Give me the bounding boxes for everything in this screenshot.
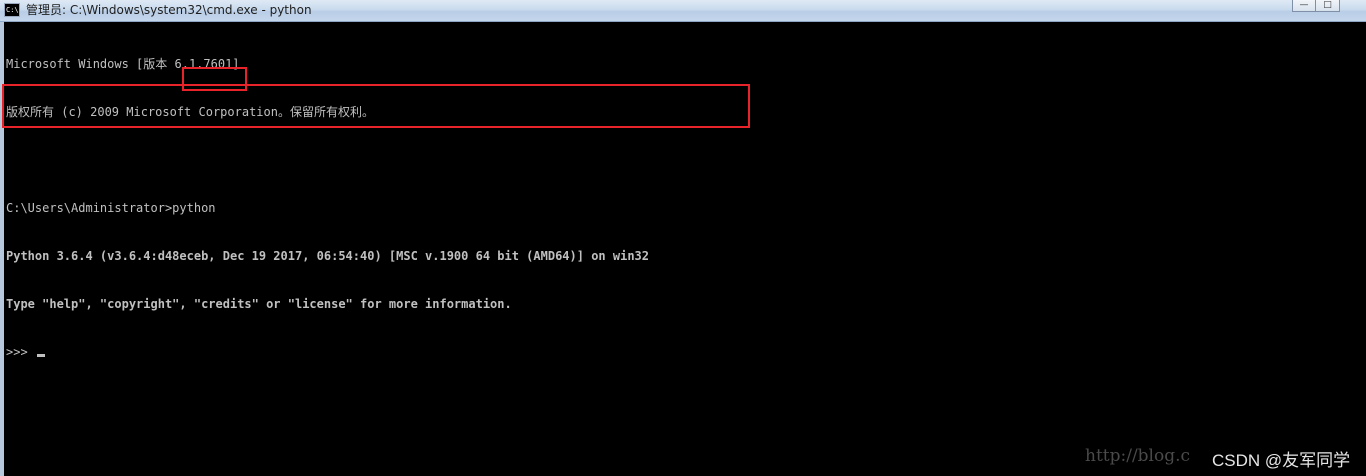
cmd-icon: C:\ [4,3,20,17]
cmd-window: C:\ 管理员: C:\Windows\system32\cmd.exe - p… [0,0,1366,476]
console-line-copyright: 版权所有 (c) 2009 Microsoft Corporation。保留所有… [6,105,374,119]
console-line-blank [6,152,1356,168]
maximize-icon: □ [1323,0,1332,10]
window-controls: — □ [1292,0,1340,12]
console-line-version: Microsoft Windows [版本 6.1.7601] [6,57,240,71]
minimize-button[interactable]: — [1292,0,1316,12]
title-bar[interactable]: C:\ 管理员: C:\Windows\system32\cmd.exe - p… [0,0,1366,22]
console-output[interactable]: Microsoft Windows [版本 6.1.7601] 版权所有 (c)… [6,24,1356,474]
console-line-prompt[interactable]: >>> [6,344,1356,360]
watermark-author: CSDN @友军同学 [1212,451,1351,470]
window-left-border [0,22,4,476]
console-line-python-version: Python 3.6.4 (v3.6.4:d48eceb, Dec 19 201… [6,249,649,263]
window-title: 管理员: C:\Windows\system32\cmd.exe - pytho… [26,3,312,17]
maximize-button[interactable]: □ [1316,0,1340,12]
console-line-help-hint: Type "help", "copyright", "credits" or "… [6,297,512,311]
console-line-command: C:\Users\Administrator>python [6,201,216,215]
text-cursor [36,354,45,357]
watermark-url: http://blog.c [1085,446,1191,466]
python-prompt: >>> [6,345,35,359]
minimize-icon: — [1299,0,1309,10]
